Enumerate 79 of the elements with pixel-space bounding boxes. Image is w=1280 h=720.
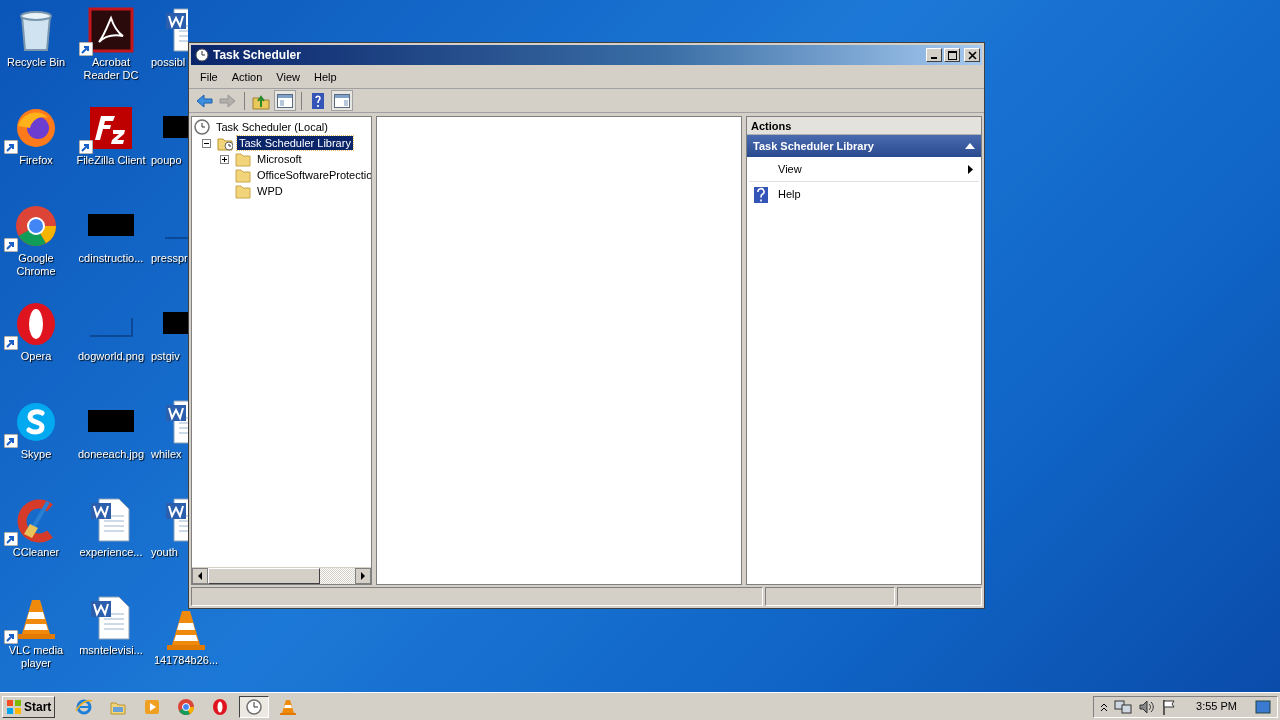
scroll-left-icon[interactable] — [192, 568, 208, 584]
icon-label[interactable]: FileZilla Client — [76, 154, 146, 167]
icon-label[interactable]: youth — [151, 546, 178, 559]
icon-label[interactable]: Acrobat Reader DC — [73, 56, 149, 82]
clock-taskbar-button[interactable] — [239, 695, 270, 718]
icon-label[interactable]: Opera — [20, 350, 52, 363]
minimize-button[interactable] — [926, 48, 942, 62]
action-pane-button[interactable] — [331, 90, 353, 111]
scrollbar-thumb[interactable] — [208, 568, 320, 584]
help-icon — [754, 186, 768, 203]
opera-icon — [211, 697, 230, 716]
menu-item[interactable]: Help — [306, 67, 344, 88]
expand-toggle-icon[interactable] — [220, 154, 229, 164]
menu-item[interactable]: File — [193, 67, 225, 88]
pane-header: Actions — [747, 117, 981, 135]
icon-label[interactable]: presspr — [151, 252, 188, 265]
icon-label[interactable]: msntelevisi... — [79, 644, 143, 657]
icon-label[interactable]: dogworld.png — [77, 350, 145, 363]
folder-icon — [235, 183, 251, 199]
network-icon[interactable] — [1114, 698, 1133, 715]
clock-icon — [194, 119, 210, 135]
window-title: Task Scheduler — [213, 47, 301, 64]
icon-label[interactable]: Firefox — [19, 154, 53, 167]
menu-item[interactable]: Action — [224, 67, 270, 88]
section-title: Task Scheduler Library — [753, 138, 874, 154]
close-icon — [967, 50, 977, 60]
tree-item[interactable]: WPD — [255, 184, 285, 198]
tree-item[interactable]: Microsoft — [255, 152, 304, 166]
start-button[interactable]: Start — [2, 695, 56, 718]
close-button[interactable] — [964, 48, 980, 62]
collapse-caret-icon[interactable] — [965, 143, 975, 149]
flag-icon[interactable] — [1162, 698, 1177, 715]
scroll-right-icon[interactable] — [355, 568, 371, 584]
submenu-arrow-icon — [968, 164, 973, 174]
collapse-toggle-icon[interactable] — [202, 138, 211, 148]
icon-label[interactable]: 141784b26... — [153, 654, 219, 667]
icon-label[interactable]: whilex — [151, 448, 182, 461]
section-header[interactable]: Task Scheduler Library — [747, 135, 981, 157]
icon-label[interactable]: CCleaner — [12, 546, 60, 559]
tree-item[interactable]: Task Scheduler (Local) — [214, 120, 330, 134]
folder-icon — [235, 167, 251, 183]
show-hidden-icons-icon[interactable] — [1100, 701, 1109, 712]
acrobat-icon[interactable] — [87, 6, 135, 54]
icon-label[interactable]: poupo — [151, 154, 182, 167]
icon-label[interactable]: pstgiv — [151, 350, 180, 363]
folder-clock-icon — [217, 135, 233, 151]
internet-explorer-icon — [75, 697, 94, 716]
filezilla-icon[interactable] — [87, 104, 135, 152]
icon-label[interactable]: Recycle Bin — [6, 56, 66, 69]
task-link[interactable]: Help — [749, 182, 979, 207]
show-desktop-icon[interactable] — [1255, 699, 1271, 714]
minimize-icon — [931, 57, 937, 59]
menu-item[interactable]: View — [269, 67, 307, 88]
back-arrow-icon — [195, 91, 213, 110]
icon-label[interactable]: doneeach.jpg — [77, 448, 145, 461]
maximize-button[interactable] — [944, 48, 960, 62]
tree-item[interactable]: OfficeSoftwareProtectio — [255, 168, 371, 182]
volume-icon[interactable] — [1138, 698, 1157, 715]
icon-label[interactable]: Google Chrome — [0, 252, 74, 278]
horizontal-scrollbar[interactable] — [192, 567, 371, 584]
tree-item[interactable]: Task Scheduler Library — [237, 136, 353, 150]
icon-label[interactable]: experience... — [79, 546, 143, 559]
icon-label[interactable]: Skype — [20, 448, 52, 461]
icon-label[interactable]: possibl — [151, 56, 186, 69]
help-icon — [309, 91, 327, 110]
traffic-cone-icon — [279, 697, 298, 716]
clock-time[interactable]: 3:55 PM — [1196, 698, 1237, 715]
icon-label[interactable]: cdinstructio... — [78, 252, 144, 265]
chrome-icon — [177, 697, 196, 716]
maximize-icon — [947, 50, 957, 60]
clock-icon — [195, 48, 209, 62]
icon-label[interactable]: VLC media player — [0, 644, 74, 670]
task-link[interactable]: View — [749, 157, 979, 182]
action-pane-icon — [333, 91, 351, 110]
tree-pane-icon — [276, 91, 294, 110]
clock-icon — [245, 697, 264, 716]
tree-pane-button[interactable] — [274, 90, 296, 111]
media-player-icon — [143, 697, 162, 716]
windows-logo-icon — [6, 698, 22, 715]
